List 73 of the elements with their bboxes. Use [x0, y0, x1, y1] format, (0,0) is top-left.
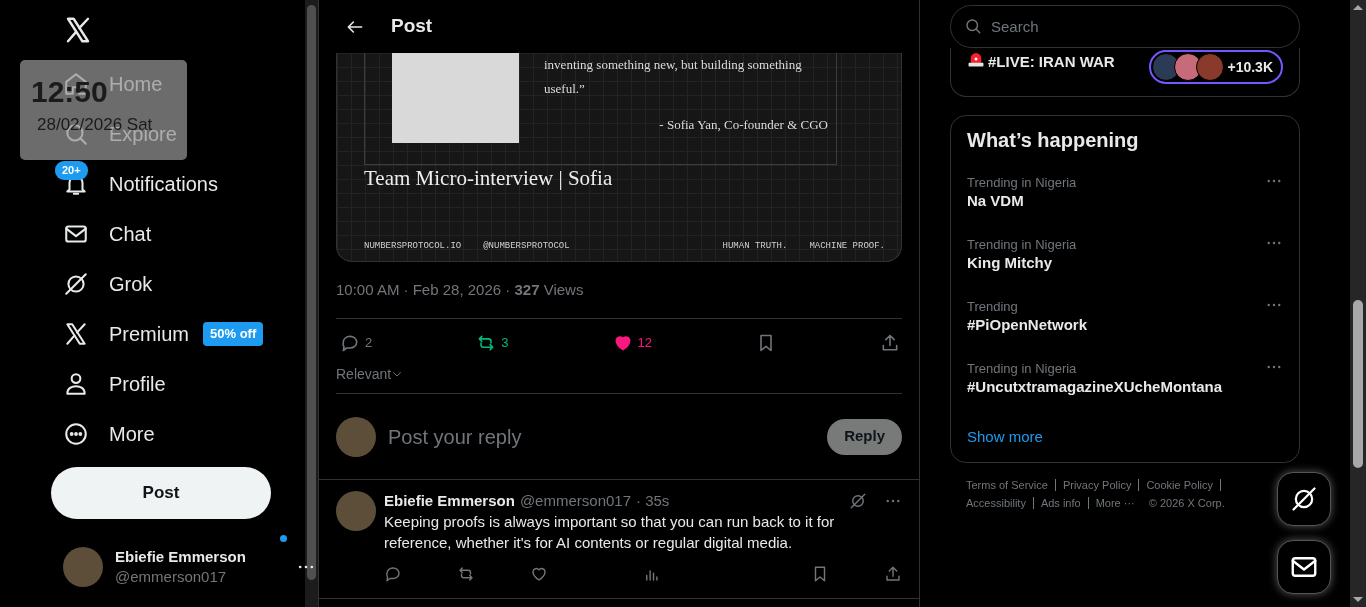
- trend-context: Trending: [967, 299, 1019, 315]
- person-icon: [63, 371, 89, 397]
- comment-icon[interactable]: [384, 565, 402, 583]
- action-button[interactable]: 2: [340, 332, 373, 353]
- avatar: [1196, 53, 1225, 81]
- notification-badge: 20+: [55, 161, 88, 180]
- copyright-text: © 2026 X Corp.: [1148, 496, 1225, 511]
- nav-item[interactable]: Chat: [0, 209, 152, 259]
- trend-context: Trending in Nigeria: [967, 237, 1077, 253]
- page-title: Post: [391, 14, 433, 39]
- trend-title[interactable]: #UncutxtramagazineXUcheMontana: [967, 377, 1223, 397]
- x-logo-icon: [63, 321, 89, 347]
- scrollbar-thumb[interactable]: [307, 5, 316, 580]
- nav-item[interactable]: Grok: [0, 259, 153, 309]
- footer-link[interactable]: Terms of Service: [966, 479, 1056, 491]
- section-title: What’s happening: [967, 128, 1140, 152]
- search-icon: [964, 17, 982, 35]
- quote-text: inventing something new, but building something useful.”: [544, 56, 803, 98]
- grok-button[interactable]: [1277, 472, 1331, 526]
- post-button[interactable]: Post: [51, 467, 271, 519]
- image-footer-text: MACHINE PROOF.: [809, 239, 885, 253]
- share-icon[interactable]: [884, 565, 902, 583]
- footer-link[interactable]: More ···: [1095, 491, 1142, 515]
- live-title: #LIVE: IRAN WAR: [988, 52, 1115, 72]
- discount-badge: 50% off: [203, 322, 264, 346]
- author-name: Ebiefie Emmerson: [384, 491, 515, 511]
- trend-context: Trending in Nigeria: [967, 175, 1077, 191]
- sort-dropdown[interactable]: Relevant: [336, 366, 404, 382]
- trend-title[interactable]: #PiOpenNetwork: [967, 315, 1088, 335]
- image-footer-text: @NUMBERSPROTOCOL: [483, 239, 570, 253]
- post-time: · 35s: [636, 491, 670, 511]
- trend-context: Trending in Nigeria: [967, 361, 1078, 377]
- more-icon: [63, 421, 89, 447]
- action-button[interactable]: 12: [612, 332, 652, 353]
- clock-time: 12:50: [31, 74, 108, 110]
- nav-item[interactable]: Premium 50% off: [0, 309, 264, 359]
- post-meta: 10:00 AM · Feb 28, 2026 · 327 Views: [335, 280, 585, 300]
- nav-item[interactable]: More: [0, 409, 155, 459]
- nav-item[interactable]: Profile: [0, 359, 166, 409]
- scroll-up-icon[interactable]: [1353, 5, 1363, 10]
- slashed-circle-icon: [1290, 485, 1318, 513]
- author-handle: @emmerson017: [519, 491, 631, 511]
- post-text: Keeping proofs is always important so that you can run back to it for reference, whether it's for AI contents or regular digital media.: [384, 512, 836, 553]
- footer-link[interactable]: Accessibility: [966, 497, 1034, 509]
- heart-icon[interactable]: [530, 565, 548, 583]
- share-icon[interactable]: [880, 332, 900, 353]
- image-footer-text: HUMAN TRUTH.: [722, 239, 788, 253]
- messages-button[interactable]: [1277, 540, 1331, 594]
- image-footer-text: NUMBERSPROTOCOL.IO: [364, 239, 462, 253]
- slashed-circle-icon: [63, 271, 89, 297]
- trend-title[interactable]: Na VDM: [967, 191, 1077, 211]
- listeners-pill[interactable]: +10.3K: [1149, 50, 1283, 84]
- footer-link[interactable]: Cookie Policy: [1146, 479, 1222, 491]
- show-more-link[interactable]: Show more: [967, 429, 1043, 445]
- slashed-circle-icon[interactable]: [849, 492, 867, 510]
- footer-link[interactable]: Ads info: [1040, 497, 1089, 509]
- account-handle: @emmerson017: [115, 567, 228, 587]
- footer-link[interactable]: Privacy Policy: [1062, 479, 1140, 491]
- avatar: [336, 416, 376, 457]
- trend-title[interactable]: King Mitchy: [967, 253, 1077, 273]
- avatar: [63, 547, 103, 587]
- account-name: Ebiefie Emmerson: [115, 547, 246, 567]
- live-card[interactable]: #LIVE: IRAN WAR +10.3K: [950, 48, 1300, 97]
- scrollbar-thumb[interactable]: [1353, 300, 1363, 468]
- image-caption: Team Micro-interview | Sofia: [364, 165, 614, 191]
- quote-attribution: - Sofia Yan, Co-founder & CGO: [658, 116, 829, 134]
- scroll-down-icon[interactable]: [1353, 597, 1363, 602]
- avatar: [336, 491, 376, 531]
- search-field[interactable]: Search: [950, 5, 1300, 48]
- siren-icon: [967, 50, 985, 68]
- repost-icon[interactable]: [457, 565, 475, 583]
- listener-count: +10.3K: [1227, 57, 1273, 77]
- action-button[interactable]: 3: [476, 332, 509, 353]
